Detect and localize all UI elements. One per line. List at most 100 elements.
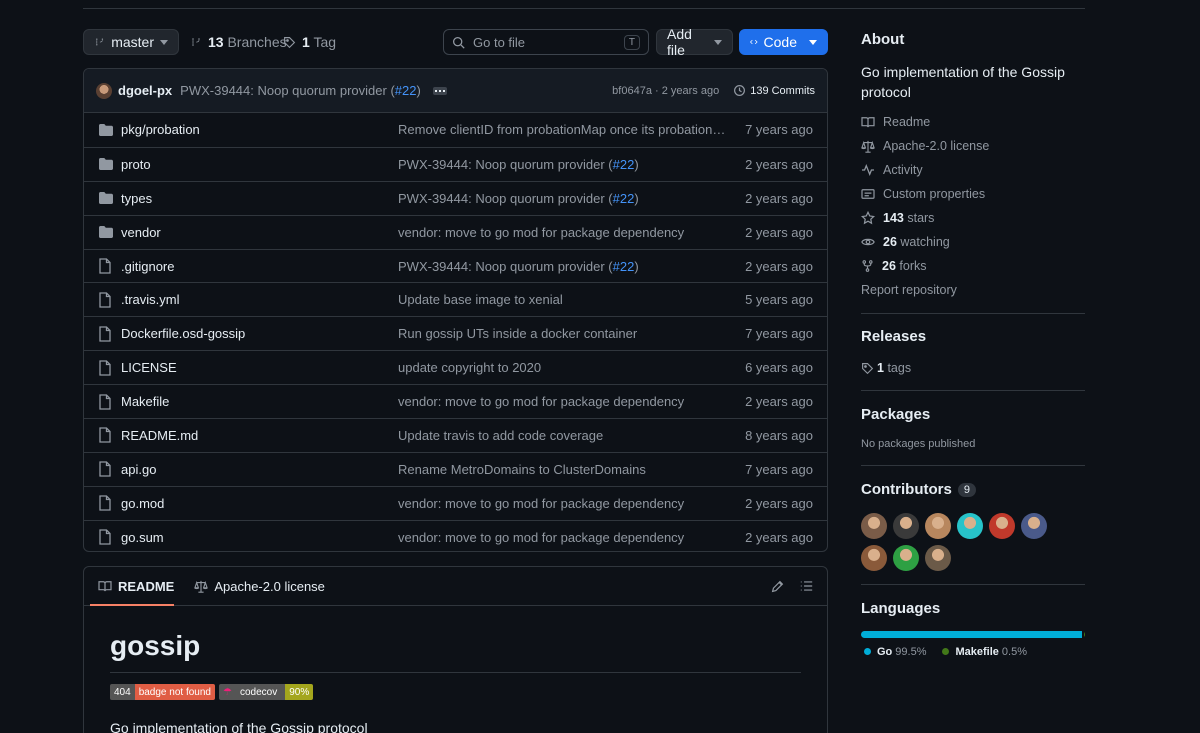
avatar[interactable] — [893, 545, 919, 571]
ellipsis-button[interactable] — [432, 86, 447, 95]
tags-link[interactable]: 1 Tag — [283, 34, 336, 50]
file-name-link[interactable]: vendor — [121, 225, 398, 240]
commit-message-link[interactable]: Run gossip UTs inside a docker container — [398, 326, 728, 341]
table-row[interactable]: vendor vendor: move to go mod for package… — [84, 214, 827, 249]
book-icon — [98, 581, 112, 592]
license-link[interactable]: Apache-2.0 license — [861, 134, 1085, 158]
codecov-badge[interactable]: ☂ codecov 90% — [218, 684, 314, 700]
avatar[interactable] — [957, 513, 983, 539]
table-row[interactable]: LICENSE update copyright to 2020 6 years a… — [84, 350, 827, 384]
commit-author[interactable]: dgoel-px — [118, 83, 172, 98]
divider — [861, 465, 1085, 466]
file-icon — [98, 258, 114, 274]
file-name-link[interactable]: proto — [121, 157, 398, 172]
tab-readme[interactable]: README — [98, 579, 174, 594]
file-name-link[interactable]: .gitignore — [121, 259, 398, 274]
table-row[interactable]: go.mod vendor: move to go mod for package… — [84, 485, 827, 520]
language-color-dot — [864, 648, 871, 655]
go-to-file-input[interactable]: Go to file T — [443, 29, 649, 55]
stars-link[interactable]: 143 stars — [861, 206, 1085, 230]
commit-message-link[interactable]: vendor: move to go mod for package depen… — [398, 394, 728, 409]
file-name-link[interactable]: pkg/probation — [121, 122, 398, 137]
commit-message-link[interactable]: update copyright to 2020 — [398, 360, 728, 375]
file-name-link[interactable]: .travis.yml — [121, 292, 398, 307]
avatar[interactable] — [861, 545, 887, 571]
language-legend-item[interactable]: Makefile 0.5% — [942, 646, 1027, 658]
commit-message-link[interactable]: Update travis to add code coverage — [398, 428, 728, 443]
table-row[interactable]: Dockerfile.osd-gossip Run gossip UTs insi… — [84, 316, 827, 350]
commit-message-link[interactable]: vendor: move to go mod for package depen… — [398, 530, 728, 545]
avatar[interactable] — [893, 513, 919, 539]
add-file-label: Add file — [667, 26, 692, 58]
divider — [861, 584, 1085, 585]
commit-meta[interactable]: bf0647a · 2 years ago — [612, 85, 719, 97]
pr-link[interactable]: #22 — [613, 191, 635, 206]
packages-empty-text: No packages published — [861, 438, 976, 450]
activity-link[interactable]: Activity — [861, 158, 1085, 182]
file-icon — [98, 326, 114, 342]
file-name-link[interactable]: Dockerfile.osd-gossip — [121, 326, 398, 341]
table-row[interactable]: types PWX-39444: Noop quorum provider (#2… — [84, 180, 827, 215]
file-name-link[interactable]: go.sum — [121, 530, 398, 545]
pr-link[interactable]: #22 — [395, 83, 417, 98]
file-name-link[interactable]: README.md — [121, 428, 398, 443]
book-icon — [861, 117, 875, 128]
branches-link[interactable]: 13 Branches — [190, 34, 287, 50]
releases-heading[interactable]: Releases — [861, 328, 926, 345]
commit-message-link[interactable]: Remove clientID from probationMap once i… — [398, 122, 728, 137]
custom-properties-link[interactable]: Custom properties — [861, 182, 1085, 206]
table-row[interactable]: .travis.yml Update base image to xenial 5 … — [84, 282, 827, 316]
commits-link[interactable]: 139 Commits — [733, 84, 815, 97]
add-file-button[interactable]: Add file — [656, 26, 733, 58]
latest-commit-bar: dgoel-px PWX-39444: Noop quorum provider… — [84, 69, 827, 113]
table-row[interactable]: README.md Update travis to add code cover… — [84, 418, 827, 452]
table-row[interactable]: pkg/probation Remove clientID from probat… — [84, 113, 827, 147]
contributors-heading[interactable]: Contributors 9 — [861, 481, 976, 498]
tags-label: Tag — [313, 34, 337, 50]
tab-license[interactable]: Apache-2.0 license — [194, 579, 325, 594]
divider — [861, 313, 1085, 314]
pencil-icon[interactable] — [771, 580, 784, 593]
commit-age: 7 years ago — [745, 122, 813, 138]
avatar[interactable] — [989, 513, 1015, 539]
commit-message-link[interactable]: PWX-39444: Noop quorum provider (#22) — [398, 259, 728, 274]
packages-heading[interactable]: Packages — [861, 406, 930, 423]
avatar[interactable] — [96, 82, 112, 99]
search-icon — [452, 36, 465, 49]
release-tags-link[interactable]: 1 tags — [861, 356, 911, 380]
commit-message-link[interactable]: PWX-39444: Noop quorum provider (#22) — [398, 157, 728, 172]
commit-message-link[interactable]: vendor: move to go mod for package depen… — [398, 225, 728, 240]
build-badge[interactable]: 404 badge not found — [110, 684, 215, 700]
list-icon[interactable] — [800, 580, 813, 592]
language-legend-item[interactable]: Go 99.5% — [864, 646, 926, 658]
table-row[interactable]: api.go Rename MetroDomains to ClusterDoma… — [84, 451, 827, 486]
file-name-link[interactable]: LICENSE — [121, 360, 398, 375]
commit-message-link[interactable]: Update base image to xenial — [398, 292, 728, 307]
avatar[interactable] — [861, 513, 887, 539]
watching-link[interactable]: 26 watching — [861, 230, 1085, 254]
commit-message[interactable]: PWX-39444: Noop quorum provider (#22) — [180, 83, 421, 98]
avatar[interactable] — [1021, 513, 1047, 539]
branches-label: Branches — [227, 34, 287, 50]
branch-selector-button[interactable]: master — [83, 29, 179, 55]
file-name-link[interactable]: Makefile — [121, 394, 398, 409]
table-row[interactable]: go.sum vendor: move to go mod for package… — [84, 519, 827, 551]
table-row[interactable]: proto PWX-39444: Noop quorum provider (#2… — [84, 146, 827, 181]
commit-message-link[interactable]: PWX-39444: Noop quorum provider (#22) — [398, 191, 728, 206]
pr-link[interactable]: #22 — [613, 157, 635, 172]
table-row[interactable]: .gitignore PWX-39444: Noop quorum provide… — [84, 248, 827, 283]
commit-message-link[interactable]: Rename MetroDomains to ClusterDomains — [398, 462, 728, 477]
readme-link[interactable]: Readme — [861, 110, 1085, 134]
avatar[interactable] — [925, 513, 951, 539]
report-repository-link[interactable]: Report repository — [861, 278, 1085, 302]
code-button[interactable]: Code — [739, 29, 828, 55]
table-row[interactable]: Makefile vendor: move to go mod for packa… — [84, 384, 827, 418]
file-name-link[interactable]: api.go — [121, 462, 398, 477]
avatar[interactable] — [925, 545, 951, 571]
file-name-link[interactable]: go.mod — [121, 496, 398, 511]
forks-link[interactable]: 26 forks — [861, 254, 1085, 278]
pr-link[interactable]: #22 — [613, 259, 635, 274]
file-name-link[interactable]: types — [121, 191, 398, 206]
commit-age: 2 years ago — [745, 224, 813, 240]
commit-message-link[interactable]: vendor: move to go mod for package depen… — [398, 496, 728, 511]
